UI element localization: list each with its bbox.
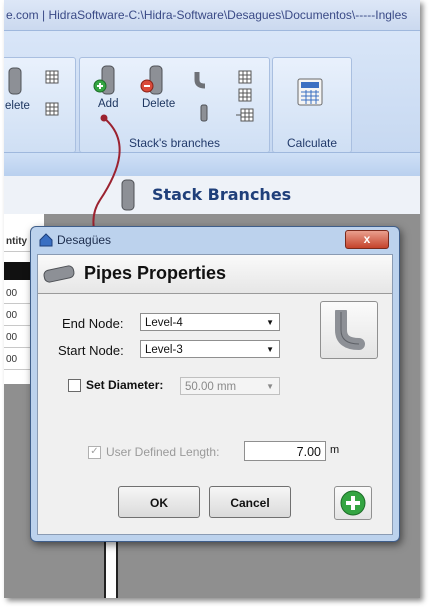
elbow-preview-button[interactable] (320, 301, 378, 359)
horizontal-pipe-icon (43, 265, 75, 283)
length-unit: m (330, 444, 340, 456)
user-defined-length-label: User Defined Length: (106, 445, 220, 459)
user-defined-length-checkbox[interactable]: ✓ (88, 446, 101, 459)
pipes-properties-title: Pipes Properties (84, 263, 227, 283)
cancel-button[interactable]: Cancel (209, 486, 291, 518)
close-button[interactable]: x (345, 230, 389, 249)
pipes-properties-dialog: Desagües x Pipes Properties End Node: Le… (30, 226, 400, 542)
length-input[interactable]: 7.00 (244, 441, 326, 461)
dialog-content: Pipes Properties End Node: Level-4 ▼ Sta… (37, 254, 393, 535)
add-button[interactable] (334, 486, 372, 520)
dialog-title: Desagües (57, 233, 112, 247)
chevron-down-icon: ▼ (266, 345, 274, 354)
diameter-value: 50.00 mm (185, 381, 237, 393)
chevron-down-icon: ▼ (266, 382, 274, 391)
end-node-label: End Node: (62, 316, 124, 331)
start-node-select[interactable]: Level-3 ▼ (140, 340, 280, 358)
set-diameter-label: Set Diameter: (86, 378, 164, 392)
ok-button[interactable]: OK (118, 486, 200, 518)
elbow-pipe-icon (335, 310, 365, 350)
end-node-select[interactable]: Level-4 ▼ (140, 313, 280, 331)
chevron-down-icon: ▼ (266, 318, 274, 327)
start-node-label: Start Node: (58, 343, 124, 358)
end-node-value: Level-4 (145, 317, 183, 329)
set-diameter-checkbox[interactable] (68, 379, 81, 392)
pipes-properties-header: Pipes Properties (38, 255, 392, 294)
start-node-value: Level-3 (145, 344, 183, 356)
plus-icon (340, 490, 366, 516)
app-home-icon (39, 233, 53, 247)
diameter-select[interactable]: 50.00 mm ▼ (180, 377, 280, 395)
